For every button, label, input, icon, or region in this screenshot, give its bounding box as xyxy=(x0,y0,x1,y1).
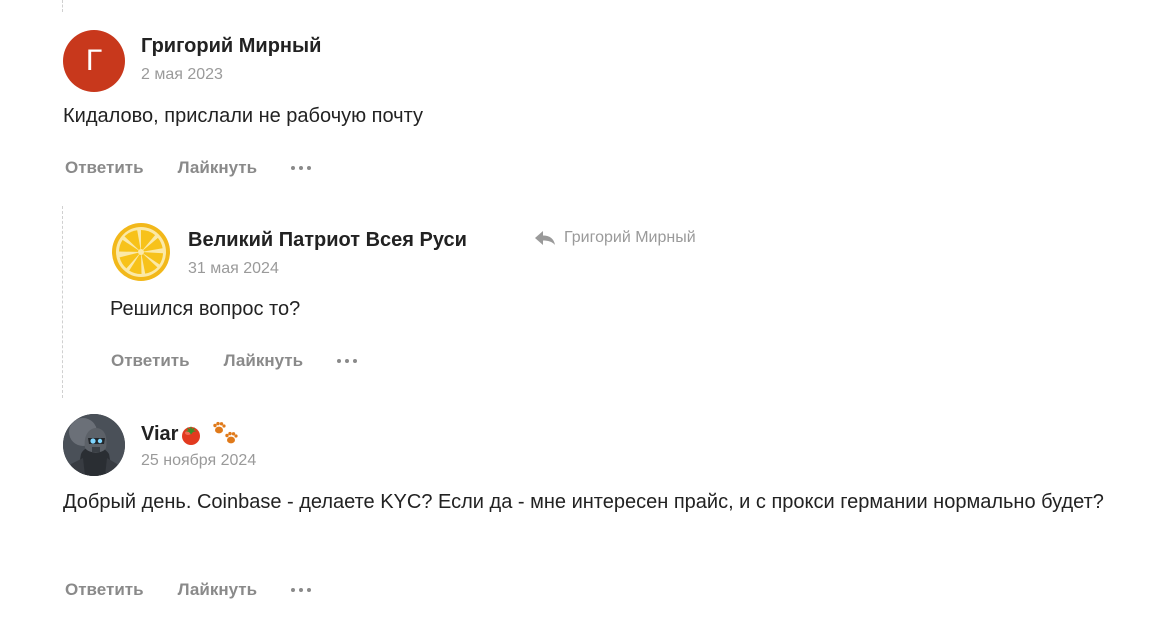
avatar[interactable] xyxy=(63,414,125,476)
comment-actions: Ответить Лайкнуть xyxy=(65,580,312,600)
comment-date[interactable]: 25 ноября 2024 xyxy=(141,452,256,470)
like-button[interactable]: Лайкнуть xyxy=(178,580,257,600)
robot-avatar-image xyxy=(63,414,125,476)
comment-author[interactable]: Viar xyxy=(141,421,241,447)
tomato-emoji xyxy=(182,426,201,445)
author-name: Viar xyxy=(141,422,179,445)
more-dots-icon[interactable] xyxy=(291,588,312,592)
reply-button[interactable]: Ответить xyxy=(65,580,144,600)
comment-3: Viar 25 ноября 2024 Добрый день. Coinbas… xyxy=(0,0,1150,639)
paw-prints-emoji xyxy=(213,421,239,444)
comment-text: Добрый день. Coinbase - делаете KYC? Есл… xyxy=(63,491,1104,513)
